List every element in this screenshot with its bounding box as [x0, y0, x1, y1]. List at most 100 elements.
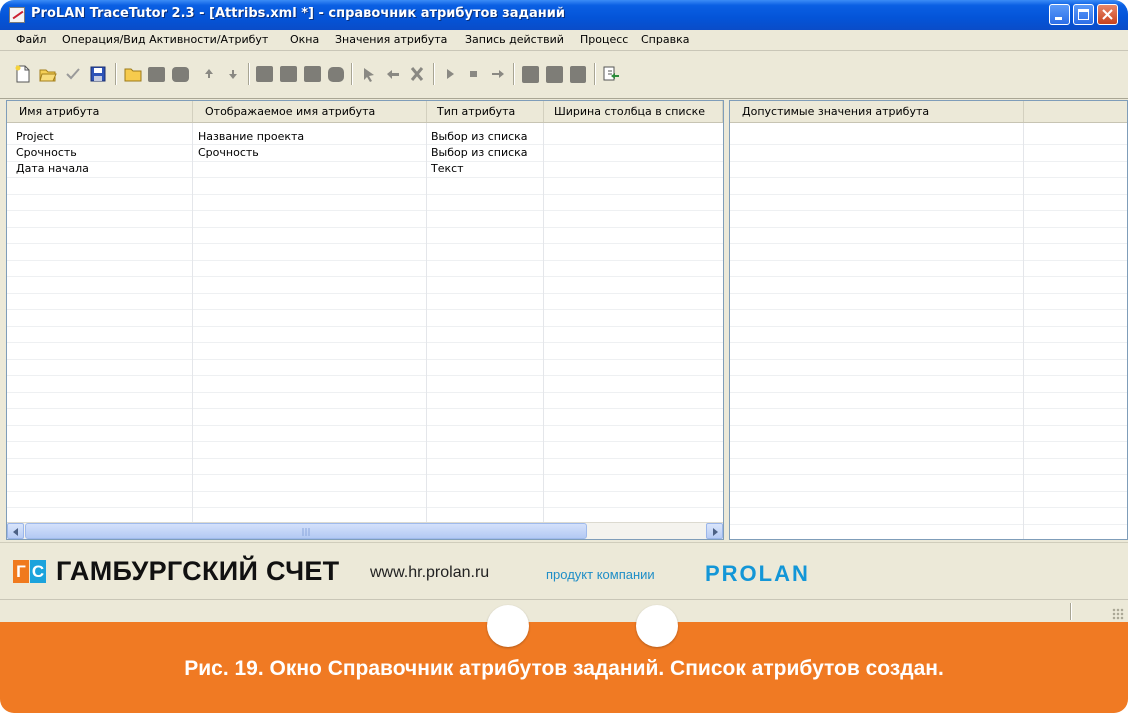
grid-row-line: [730, 441, 1127, 442]
cell-name-3[interactable]: Дата начала: [16, 161, 89, 177]
grid-row-line: [730, 457, 1127, 459]
grid-row-line: [7, 292, 723, 294]
column-attribute-name[interactable]: Имя атрибута: [7, 101, 193, 122]
export-button[interactable]: [602, 65, 620, 83]
cell-type-3[interactable]: Текст: [431, 161, 464, 177]
decor-dot-left: [487, 605, 529, 647]
grid-row-line: [730, 474, 1127, 475]
cell-type-2[interactable]: Выбор из списка: [431, 145, 528, 161]
brand-name: ГАМБУРГСКИЙ СЧЕТ: [56, 556, 340, 586]
column-values-extra[interactable]: [1024, 101, 1127, 122]
pointer-button[interactable]: [360, 65, 378, 83]
product-of-company: продукт компании: [546, 567, 655, 582]
scroll-left-button[interactable]: [7, 523, 24, 539]
toolbar: [0, 51, 1128, 99]
grid-row-line: [730, 309, 1127, 310]
move-down-icon: [229, 70, 237, 79]
menu-action-recording[interactable]: Запись действий: [465, 33, 564, 46]
undo-button[interactable]: [384, 65, 402, 83]
record-2-button[interactable]: [546, 66, 563, 83]
website-link[interactable]: www.hr.prolan.ru: [370, 564, 489, 582]
doc-3-button[interactable]: [304, 66, 321, 82]
grid-row-line: [730, 292, 1127, 294]
cell-name-1[interactable]: Project: [16, 129, 54, 145]
grid-row-line: [7, 276, 723, 277]
folder-icon: [124, 68, 142, 82]
record-3-button[interactable]: [570, 66, 586, 83]
horizontal-scrollbar[interactable]: [7, 522, 723, 539]
decor-dot-right: [636, 605, 678, 647]
play-button[interactable]: [441, 65, 459, 83]
grid-row-line: [730, 276, 1127, 277]
grid-row-line: [7, 375, 723, 376]
doc-1-button[interactable]: [256, 66, 273, 82]
column-width[interactable]: Ширина столбца в списке: [544, 101, 723, 122]
cell-display-1[interactable]: Название проекта: [198, 129, 304, 145]
grid-row-line: [730, 507, 1127, 508]
grid-row-line: [7, 490, 723, 492]
delete-item-button[interactable]: [172, 67, 189, 82]
menu-operation[interactable]: Операция/Вид Активности/Атрибут: [62, 33, 268, 46]
grid-row-line: [730, 391, 1127, 393]
grid-row-line: [730, 177, 1127, 178]
save-button[interactable]: [89, 65, 107, 83]
gs-logo-icon: Г С: [13, 560, 46, 583]
values-header: Допустимые значения атрибута: [730, 101, 1127, 123]
move-down-button[interactable]: [224, 65, 242, 83]
menu-windows[interactable]: Окна: [290, 33, 319, 46]
attributes-list[interactable]: Имя атрибута Отображаемое имя атрибута Т…: [6, 100, 724, 540]
doc-2-button[interactable]: [280, 66, 297, 82]
grid-row-line: [7, 177, 723, 178]
menu-help[interactable]: Справка: [641, 33, 689, 46]
cell-type-1[interactable]: Выбор из списка: [431, 129, 528, 145]
grid-row-line: [7, 160, 723, 162]
cut-button[interactable]: [408, 65, 426, 83]
stop-button[interactable]: [465, 65, 483, 83]
move-up-button[interactable]: [200, 65, 218, 83]
grid-row-line: [730, 226, 1127, 228]
maximize-button[interactable]: [1073, 4, 1094, 25]
menu-file[interactable]: Файл: [16, 33, 46, 46]
brand-banner: Г С ГАМБУРГСКИЙ СЧЕТ www.hr.prolan.ru пр…: [0, 542, 1128, 599]
menu-attribute-values[interactable]: Значения атрибута: [335, 33, 447, 46]
close-icon: [1102, 9, 1113, 20]
scroll-right-button[interactable]: [706, 523, 723, 539]
new-file-button[interactable]: [14, 65, 32, 83]
column-attribute-type[interactable]: Тип атрибута: [427, 101, 544, 122]
grid-column-line: [426, 123, 427, 523]
title-bar: ProLAN TraceTutor 2.3 - [Attribs.xml *] …: [0, 0, 1128, 30]
grid-column-line: [1023, 123, 1024, 539]
window-title: ProLAN TraceTutor 2.3 - [Attribs.xml *] …: [31, 6, 565, 21]
grid-row-line: [730, 193, 1127, 195]
screenshot-frame: ProLAN TraceTutor 2.3 - [Attribs.xml *] …: [0, 0, 1128, 713]
grid-row-line: [730, 523, 1127, 525]
doc-4-button[interactable]: [328, 67, 344, 82]
check-button[interactable]: [64, 65, 82, 83]
grid-row-line: [730, 408, 1127, 409]
values-list[interactable]: Допустимые значения атрибута: [729, 100, 1128, 540]
play-icon: [447, 69, 454, 79]
minimize-button[interactable]: [1049, 4, 1070, 25]
grid-row-line: [7, 226, 723, 228]
step-button[interactable]: [489, 65, 507, 83]
grid-row-line: [7, 358, 723, 360]
column-display-name[interactable]: Отображаемое имя атрибута: [193, 101, 427, 122]
minimize-icon: [1055, 17, 1062, 20]
record-1-button[interactable]: [522, 66, 539, 83]
grid-row-line: [7, 243, 723, 244]
folder-button[interactable]: [124, 65, 142, 83]
cell-display-2[interactable]: Срочность: [198, 145, 259, 161]
scroll-thumb[interactable]: [25, 523, 587, 539]
undo-icon: [387, 70, 399, 79]
grid-row-line: [730, 490, 1127, 492]
close-button[interactable]: [1097, 4, 1118, 25]
attributes-header: Имя атрибута Отображаемое имя атрибута Т…: [7, 101, 723, 123]
column-allowed-values[interactable]: Допустимые значения атрибута: [730, 101, 1024, 122]
add-item-button[interactable]: [148, 67, 165, 82]
grid-row-line: [730, 358, 1127, 360]
menu-process[interactable]: Процесс: [580, 33, 628, 46]
cell-name-2[interactable]: Срочность: [16, 145, 77, 161]
resize-grip-icon[interactable]: [1112, 608, 1124, 620]
open-folder-icon: [39, 69, 57, 82]
open-button[interactable]: [39, 65, 57, 83]
